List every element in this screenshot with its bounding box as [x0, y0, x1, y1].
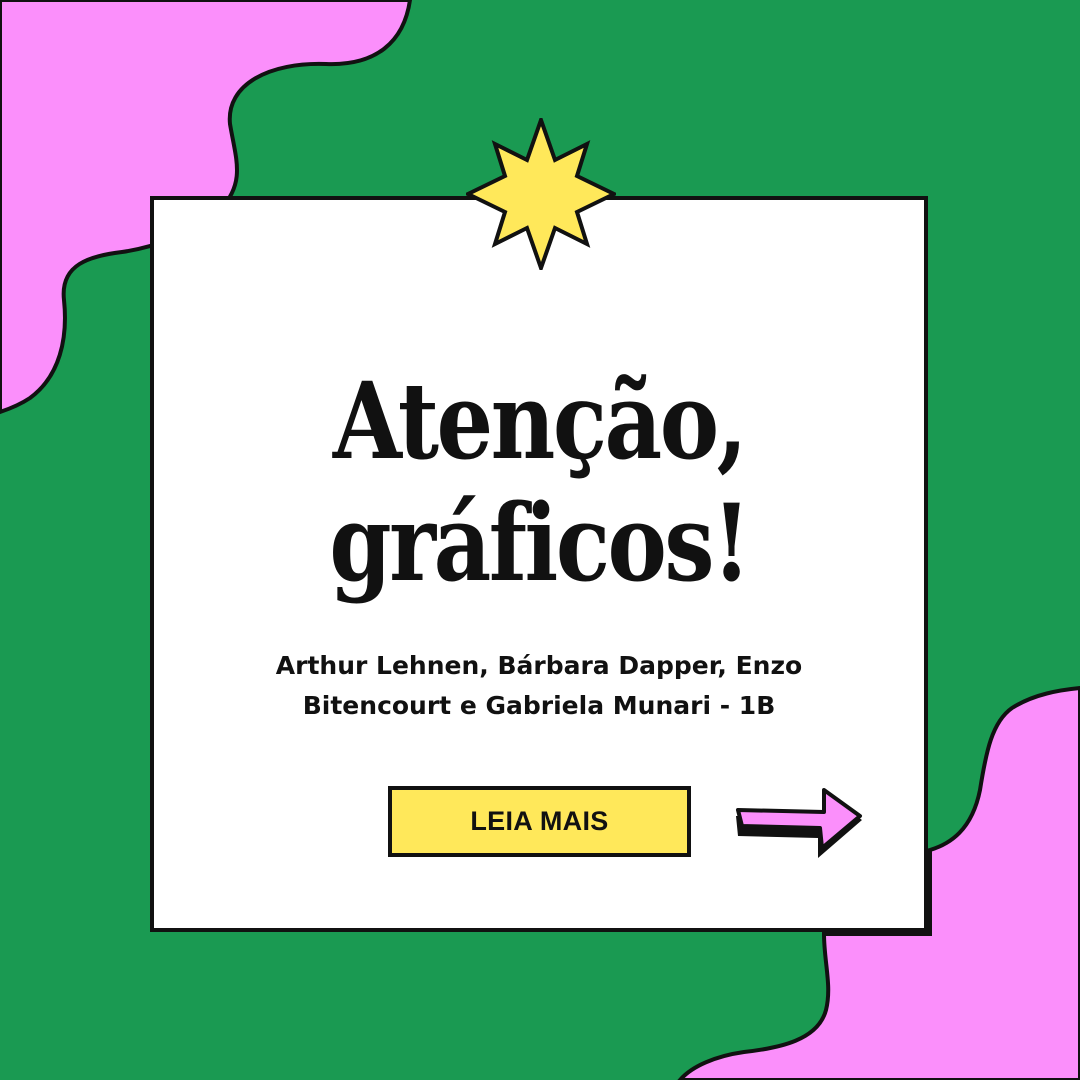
- eight-point-star-icon: [466, 118, 616, 270]
- authors-line-1: Arthur Lehnen, Bárbara Dapper, Enzo: [275, 651, 803, 680]
- headline-line-1: Atenção,: [332, 358, 748, 483]
- authors-line-2: Bitencourt e Gabriela Munari - 1B: [302, 691, 776, 720]
- promo-canvas: Atenção, gráficos! Arthur Lehnen, Bárbar…: [0, 0, 1080, 1080]
- authors-text: Arthur Lehnen, Bárbara Dapper, Enzo Bite…: [150, 646, 928, 726]
- headline: Atenção, gráficos!: [212, 360, 866, 604]
- headline-line-2: gráficos!: [329, 480, 751, 605]
- arrow-right-icon[interactable]: [732, 786, 868, 862]
- read-more-button[interactable]: LEIA MAIS: [388, 786, 691, 857]
